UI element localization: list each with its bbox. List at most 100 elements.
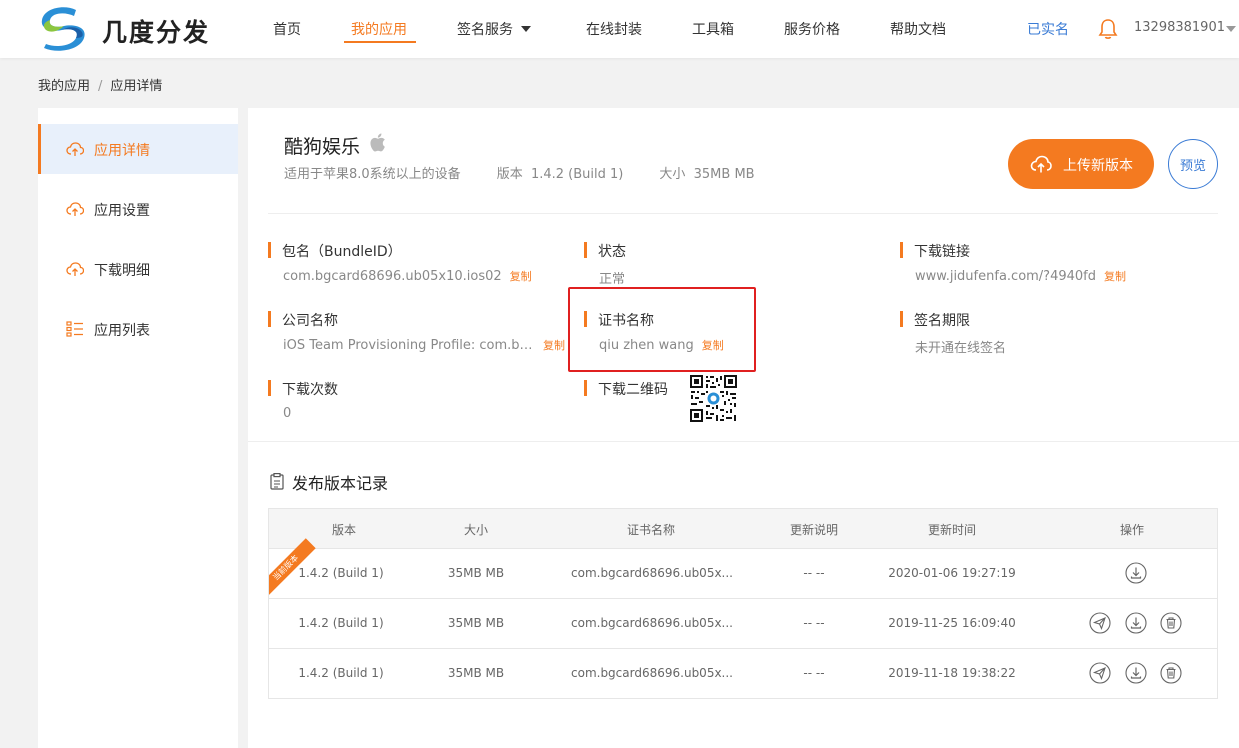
table-row: 当前版本 1.4.2 (Build 1) 35MB MB com.bgcard6… bbox=[269, 538, 1217, 599]
user-phone[interactable]: 13298381901 bbox=[1134, 20, 1225, 35]
cell-time: 2019-11-25 16:09:40 bbox=[888, 616, 1016, 630]
field-label: 包名（BundleID） bbox=[268, 241, 568, 261]
cell-size: 35MB MB bbox=[447, 666, 505, 680]
copy-download-link-button[interactable]: 复制 bbox=[1104, 270, 1126, 283]
list-icon bbox=[66, 321, 83, 337]
table-row: 1.4.2 (Build 1) 35MB MB com.bgcard68696.… bbox=[269, 649, 1217, 698]
nav-home[interactable]: 首页 bbox=[273, 19, 301, 39]
app-compat: 适用于苹果8.0系统以上的设备 bbox=[284, 167, 461, 182]
field-label: 下载链接 bbox=[900, 241, 1200, 261]
nav-active-indicator bbox=[344, 41, 416, 43]
app-name: 酷狗娱乐 bbox=[284, 136, 361, 158]
version-label: 版本 bbox=[496, 167, 523, 182]
apple-icon bbox=[370, 133, 385, 152]
cell-version: 1.4.2 (Build 1) bbox=[298, 566, 384, 580]
breadcrumb-my-apps[interactable]: 我的应用 bbox=[38, 79, 90, 94]
cell-notes: -- -- bbox=[803, 616, 825, 630]
field-label: 状态 bbox=[584, 241, 884, 261]
field-value: iOS Team Provisioning Profile: com.bg...… bbox=[268, 337, 568, 353]
nav-my-apps[interactable]: 我的应用 bbox=[351, 19, 407, 39]
field-company: 公司名称 iOS Team Provisioning Profile: com.… bbox=[268, 310, 568, 353]
cloud-upload-icon bbox=[1030, 155, 1052, 173]
size-value: 35MB MB bbox=[693, 167, 755, 182]
field-label: 下载次数 bbox=[268, 379, 568, 399]
column-header: 更新说明 bbox=[789, 523, 838, 537]
cell-notes: -- -- bbox=[803, 566, 825, 580]
table-row: 1.4.2 (Build 1) 35MB MB com.bgcard68696.… bbox=[269, 599, 1217, 649]
cell-time: 2019-11-18 19:38:22 bbox=[888, 666, 1016, 680]
sidebar-item-label: 应用列表 bbox=[94, 323, 150, 339]
field-download-link: 下载链接 www.jidufenfa.com/?4940fd 复制 bbox=[900, 241, 1200, 284]
brand-logo[interactable]: 几度分发 bbox=[36, 4, 226, 54]
field-value: com.bgcard68696.ub05x10.ios02 复制 bbox=[268, 268, 568, 284]
send-icon[interactable] bbox=[1089, 612, 1111, 634]
cell-version: 1.4.2 (Build 1) bbox=[298, 616, 384, 630]
trash-icon[interactable] bbox=[1160, 662, 1182, 684]
sidebar-item-download-detail[interactable]: 下载明细 bbox=[38, 244, 238, 294]
preview-button[interactable]: 预览 bbox=[1168, 139, 1218, 189]
column-header: 证书名称 bbox=[626, 523, 675, 537]
upload-new-version-button[interactable]: 上传新版本 bbox=[1008, 139, 1154, 189]
column-header: 更新时间 bbox=[927, 523, 976, 537]
status-value: 正常 bbox=[599, 272, 626, 287]
company-value: iOS Team Provisioning Profile: com.bg... bbox=[283, 338, 535, 353]
cell-time: 2020-01-06 19:27:19 bbox=[888, 566, 1016, 580]
copy-company-button[interactable]: 复制 bbox=[543, 339, 565, 352]
breadcrumb-app-detail: 应用详情 bbox=[110, 79, 163, 94]
field-value: www.jidufenfa.com/?4940fd 复制 bbox=[900, 268, 1200, 284]
download-link-value[interactable]: www.jidufenfa.com/?4940fd bbox=[915, 269, 1096, 284]
main-panel: 酷狗娱乐 适用于苹果8.0系统以上的设备 版本 1.4.2 (Build 1) 大小… bbox=[248, 108, 1239, 748]
copy-bundle-id-button[interactable]: 复制 bbox=[510, 270, 532, 283]
cell-cert: com.bgcard68696.ub05x... bbox=[571, 666, 733, 680]
nav-help-docs[interactable]: 帮助文档 bbox=[890, 19, 946, 39]
top-header: 几度分发 首页 我的应用 签名服务 在线封装 工具箱 服务价格 帮助文档 已实名… bbox=[0, 0, 1239, 58]
brand-name: 几度分发 bbox=[102, 18, 211, 47]
download-count-value: 0 bbox=[283, 406, 292, 421]
app-meta: 适用于苹果8.0系统以上的设备 版本 1.4.2 (Build 1) 大小 35MB… bbox=[284, 163, 791, 182]
cell-size: 35MB MB bbox=[447, 566, 505, 580]
sidebar: 应用详情 应用设置 下载明细 应用列表 bbox=[38, 108, 238, 748]
nav-sign-service-label: 签名服务 bbox=[457, 22, 513, 38]
field-label: 签名期限 bbox=[900, 310, 1200, 330]
table-header: 版本 大小 证书名称 更新说明 更新时间 操作 bbox=[269, 509, 1217, 549]
field-status: 状态 正常 bbox=[584, 241, 884, 287]
download-icon[interactable] bbox=[1125, 662, 1147, 684]
nav-online-package[interactable]: 在线封装 bbox=[586, 19, 642, 39]
bell-icon[interactable] bbox=[1098, 18, 1118, 40]
field-download-count: 下载次数 0 bbox=[268, 379, 568, 421]
sidebar-item-app-list[interactable]: 应用列表 bbox=[38, 304, 238, 354]
verified-status-link[interactable]: 已实名 bbox=[1027, 19, 1069, 39]
sidebar-item-app-settings[interactable]: 应用设置 bbox=[38, 184, 238, 234]
cell-cert: com.bgcard68696.ub05x... bbox=[571, 616, 733, 630]
records-title-text: 发布版本记录 bbox=[292, 474, 389, 493]
logo-mark-icon bbox=[41, 7, 85, 51]
app-size: 大小 35MB MB bbox=[659, 167, 754, 182]
chevron-down-icon[interactable] bbox=[1226, 26, 1236, 32]
column-header: 版本 bbox=[331, 523, 356, 537]
sidebar-item-app-detail[interactable]: 应用详情 bbox=[38, 124, 238, 174]
download-icon[interactable] bbox=[1125, 562, 1147, 584]
version-records-table: 版本 大小 证书名称 更新说明 更新时间 操作 当前版本 1.4.2 (Buil… bbox=[268, 508, 1218, 699]
field-qr: 下载二维码 bbox=[584, 379, 684, 399]
app-version: 版本 1.4.2 (Build 1) bbox=[497, 167, 624, 182]
header-divider bbox=[268, 213, 1218, 214]
sidebar-item-label: 应用详情 bbox=[94, 143, 150, 159]
nav-sign-service[interactable]: 签名服务 bbox=[457, 19, 531, 39]
sidebar-item-label: 下载明细 bbox=[94, 263, 150, 279]
cert-name-highlight-box bbox=[568, 287, 756, 372]
sign-period-value: 未开通在线签名 bbox=[915, 341, 1007, 356]
field-bundle-id: 包名（BundleID） com.bgcard68696.ub05x10.ios… bbox=[268, 241, 568, 284]
section-divider bbox=[248, 441, 1239, 442]
breadcrumb-separator: / bbox=[98, 79, 103, 94]
nav-toolbox[interactable]: 工具箱 bbox=[692, 19, 734, 39]
download-icon[interactable] bbox=[1125, 612, 1147, 634]
qr-code-icon[interactable] bbox=[689, 374, 738, 423]
bundle-id-value: com.bgcard68696.ub05x10.ios02 bbox=[283, 269, 502, 284]
cloud-upload-icon bbox=[66, 202, 84, 216]
nav-pricing[interactable]: 服务价格 bbox=[784, 19, 840, 39]
cloud-upload-icon bbox=[66, 142, 84, 156]
send-icon[interactable] bbox=[1089, 662, 1111, 684]
trash-icon[interactable] bbox=[1160, 612, 1182, 634]
field-label: 下载二维码 bbox=[584, 379, 684, 399]
upload-button-label: 上传新版本 bbox=[1063, 157, 1133, 173]
